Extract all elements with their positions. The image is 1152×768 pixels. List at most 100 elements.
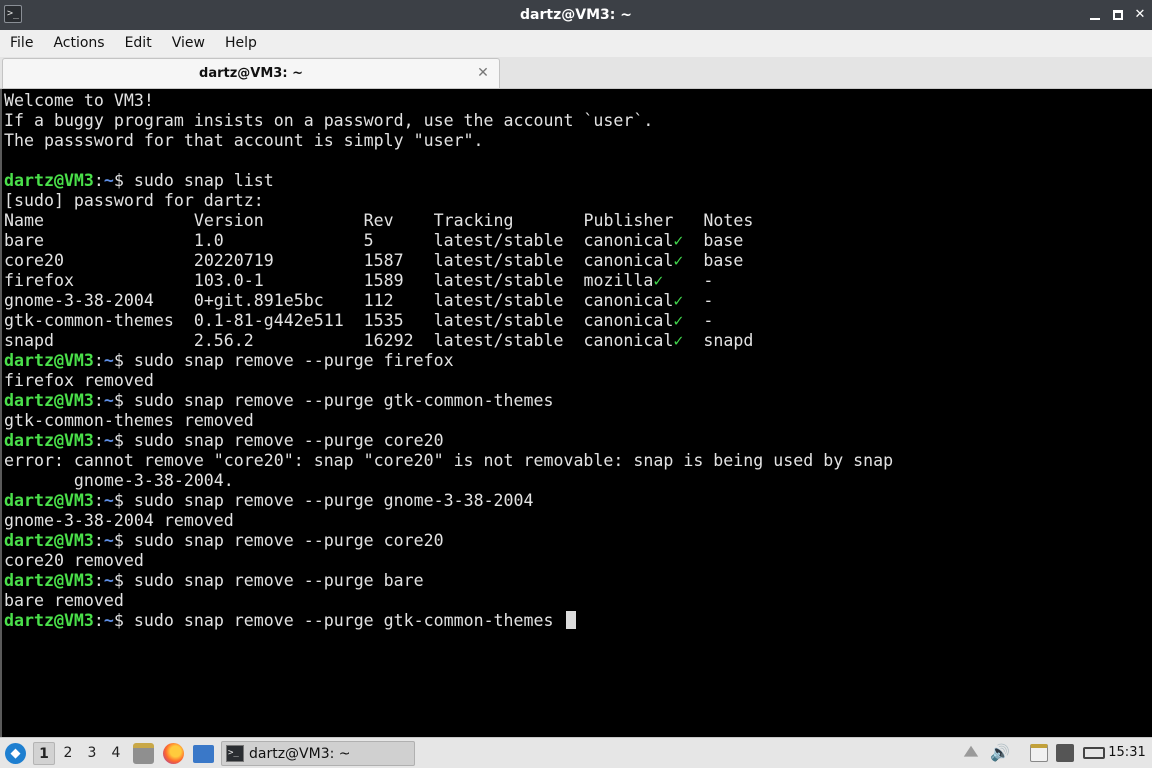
snap-publisher: canonical [583,231,674,250]
prompt-user: dartz@VM3 [4,351,94,370]
snap-version: 2.56.2 [193,331,364,350]
title-bar[interactable]: >_ dartz@VM3: ~ ✕ [0,0,1152,30]
command-text: sudo snap list [133,171,274,190]
prompt-separator: : [93,431,104,450]
snap-table-row: Name Version Rev Tracking Publisher Note… [4,211,1152,231]
verified-check-icon: ✓ [673,311,684,330]
taskbar-terminal-task[interactable]: >_ dartz@VM3: ~ [221,741,415,766]
snap-tracking: Tracking [433,211,584,230]
snap-table-row: firefox 103.0-1 1589 latest/stable mozil… [4,271,1152,291]
command-text: sudo snap remove --purge bare [133,571,424,590]
command-line: dartz@VM3:~$ sudo snap remove --purge fi… [4,351,1152,371]
prompt-dollar: $ [113,351,134,370]
snap-version: 0.1-81-g442e511 [193,311,364,330]
command-text: sudo snap remove --purge gtk-common-them… [133,391,554,410]
snap-table-row: gtk-common-themes 0.1-81-g442e511 1535 l… [4,311,1152,331]
snap-name: core20 [4,251,194,270]
prompt-dollar: $ [113,531,134,550]
prompt-path: ~ [103,611,114,630]
snap-name: gnome-3-38-2004 [4,291,194,310]
snap-notes: base [703,231,744,250]
command-line: dartz@VM3:~$ sudo snap remove --purge co… [4,531,1152,551]
snap-version: 1.0 [193,231,364,250]
prompt-dollar: $ [113,391,134,410]
prompt-dollar: $ [113,611,134,630]
task-label: dartz@VM3: ~ [249,746,351,762]
snap-tracking: latest/stable [433,311,584,330]
prompt-separator: : [93,171,104,190]
command-text: sudo snap remove --purge gnome-3-38-2004 [133,491,534,510]
menu-help[interactable]: Help [215,30,267,57]
menu-bar: File Actions Edit View Help [0,30,1152,57]
verified-check-icon: ✓ [673,291,684,310]
maximize-button[interactable] [1109,6,1127,24]
snap-rev: 16292 [363,331,434,350]
verified-check-icon: ✓ [673,251,684,270]
prompt-path: ~ [103,531,114,550]
clock[interactable]: 15:31 [1104,738,1150,768]
command-line: dartz@VM3:~$ sudo snap list [4,171,1152,191]
snap-publisher: canonical [583,311,674,330]
workspace-2[interactable]: 2 [57,742,79,765]
snap-table-row: core20 20220719 1587 latest/stable canon… [4,251,1152,271]
tab-close-icon[interactable]: ✕ [475,65,491,81]
network-icon[interactable] [1056,744,1074,762]
snap-tracking: latest/stable [433,331,584,350]
terminal-output[interactable]: Welcome to VM3! If a buggy program insist… [0,89,1152,737]
menu-file[interactable]: File [0,30,43,57]
snap-name: firefox [4,271,194,290]
firefox-icon[interactable] [163,743,184,764]
snap-table-row: snapd 2.56.2 16292 latest/stable canonic… [4,331,1152,351]
output-line: firefox removed [4,371,154,390]
prompt-separator: : [93,491,104,510]
file-manager-icon[interactable] [133,743,154,764]
prompt-path: ~ [103,391,114,410]
snap-notes: snapd [703,331,754,350]
snap-version: Version [193,211,364,230]
snap-tracking: latest/stable [433,271,584,290]
minimize-button[interactable] [1086,6,1104,24]
command-text: sudo snap remove --purge gtk-common-them… [133,611,564,630]
clipboard-icon[interactable] [1030,744,1048,762]
prompt-user: dartz@VM3 [4,431,94,450]
command-line: dartz@VM3:~$ sudo snap remove --purge co… [4,431,1152,451]
output-line: gtk-common-themes removed [4,411,254,430]
tab-terminal[interactable]: dartz@VM3: ~ ✕ [2,58,500,88]
close-icon: ✕ [1134,7,1146,22]
menu-edit[interactable]: Edit [115,30,162,57]
menu-actions[interactable]: Actions [43,30,114,57]
close-window-button[interactable]: ✕ [1131,6,1149,24]
snap-name: gtk-common-themes [4,311,194,330]
terminal-task-icon: >_ [226,745,244,762]
snap-publisher: Publisher [583,211,674,230]
volume-icon[interactable]: 🔊 [990,744,1010,762]
minimize-icon [1090,18,1100,20]
workspace-1[interactable]: 1 [33,742,55,765]
menu-view[interactable]: View [162,30,215,57]
snap-notes: Notes [703,211,754,230]
command-line: dartz@VM3:~$ sudo snap remove --purge gn… [4,491,1152,511]
output-line: Welcome to VM3! [4,91,154,110]
output-line: If a buggy program insists on a password… [4,111,654,130]
tray-expand-icon[interactable] [963,745,979,757]
snap-version: 20220719 [193,251,364,270]
start-menu-icon[interactable]: ◆ [5,743,26,764]
snap-rev: 1535 [363,311,434,330]
prompt-dollar: $ [113,171,134,190]
output-line: core20 removed [4,551,144,570]
prompt-separator: : [93,391,104,410]
prompt-user: dartz@VM3 [4,171,94,190]
prompt-dollar: $ [113,491,134,510]
battery-icon[interactable] [1083,747,1105,759]
snap-name: bare [4,231,194,250]
prompt-path: ~ [103,491,114,510]
prompt-path: ~ [103,431,114,450]
prompt-separator: : [93,571,104,590]
workspace-4[interactable]: 4 [105,742,127,765]
workspace-3[interactable]: 3 [81,742,103,765]
snap-version: 103.0-1 [193,271,364,290]
show-desktop-icon[interactable] [193,745,214,763]
taskbar: ◆ 1 2 3 4 >_ dartz@VM3: ~ 🔊 15:31 [0,737,1152,768]
verified-check-icon: ✓ [673,231,684,250]
